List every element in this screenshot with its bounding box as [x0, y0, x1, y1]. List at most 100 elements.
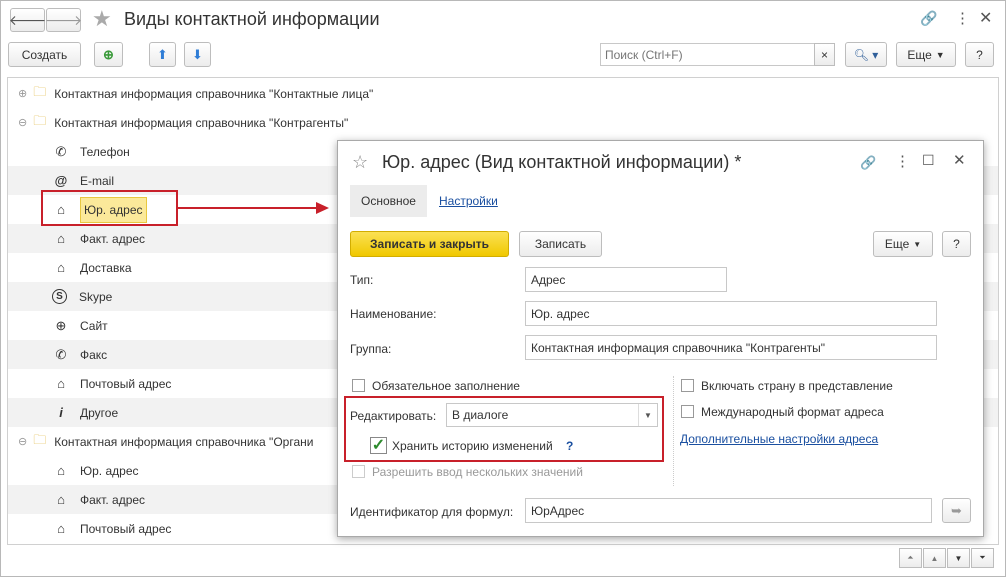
name-field[interactable]: Юр. адрес [525, 301, 937, 326]
refresh-arrow-icon: ➥ [951, 502, 962, 518]
arrow-down-icon: ⬇ [192, 46, 203, 62]
info-icon: i [59, 405, 63, 420]
page-title: Виды контактной информации [124, 9, 380, 29]
house-icon: ⌂ [57, 231, 65, 246]
scroll-up-button[interactable]: ▲ [923, 548, 946, 568]
group-field[interactable]: Контактная информация справочника "Контр… [525, 335, 937, 360]
tree-item-label: Skype [79, 289, 113, 304]
star-outline-icon[interactable]: ☆ [352, 152, 368, 173]
scroll-first-button[interactable]: ⏶ [899, 548, 922, 568]
search-clear-button[interactable]: × [814, 43, 835, 66]
annotation-highlight-box [41, 190, 178, 226]
link-icon[interactable]: 🔗 [920, 10, 937, 27]
tree-item-row[interactable]: ⌂ Факт. адрес [8, 485, 338, 514]
arrow-left-icon: 🡐 [8, 11, 47, 28]
add-folder-icon: ⊕ [103, 46, 114, 62]
name-label: Наименование: [350, 307, 437, 321]
tab-settings[interactable]: Настройки [439, 194, 498, 208]
tree-item-label: Факс [80, 347, 108, 362]
regenerate-id-button[interactable]: ➥ [942, 498, 971, 523]
arrow-up-icon: ⬆ [157, 46, 168, 62]
chevron-down-icon: ▼ [913, 239, 922, 249]
column-divider [673, 376, 674, 486]
save-and-close-button[interactable]: Записать и закрыть [350, 231, 509, 257]
extra-address-settings-link[interactable]: Дополнительные настройки адреса [680, 432, 878, 446]
annotation-arrow [178, 202, 329, 214]
mandatory-label: Обязательное заполнение [372, 379, 520, 393]
forward-button[interactable]: 🡒 [44, 8, 83, 32]
house-icon: ⌂ [57, 463, 65, 478]
arrow-right-icon: 🡒 [44, 11, 83, 28]
help-button[interactable]: ? [965, 42, 994, 67]
chevron-down-icon: ▼ [935, 49, 945, 60]
tree-item-label: Телефон [80, 144, 130, 159]
tree-item-label: Факт. адрес [80, 231, 146, 246]
expand-icon[interactable]: ⊕ [18, 87, 27, 100]
search-options-button[interactable]: 🔍︎ ▾ [845, 42, 887, 67]
more-label: Еще [884, 237, 910, 251]
tree-item-label: E-mail [80, 173, 115, 188]
close-icon[interactable]: ✕ [979, 8, 992, 28]
formula-id-label: Идентификатор для формул: [350, 505, 514, 519]
tab-main[interactable]: Основное [350, 185, 427, 217]
house-icon: ⌂ [57, 521, 65, 536]
folder-icon: 🗀 [33, 431, 47, 447]
search-input[interactable] [600, 43, 815, 66]
kebab-menu-icon[interactable]: ⋮ [955, 9, 970, 27]
tree-item-row[interactable]: ⌂ Почтовый адрес [8, 514, 338, 543]
folder-icon: 🗀 [33, 83, 47, 99]
create-group-button[interactable]: ⊕ [94, 42, 123, 67]
link-icon[interactable]: 🔗 [860, 155, 876, 171]
more-button[interactable]: Еще ▼ [896, 42, 956, 67]
maximize-icon[interactable]: ☐ [922, 152, 935, 169]
tree-item-label: Другое [80, 405, 119, 420]
phone-icon: ✆ [55, 143, 67, 159]
at-icon: @ [54, 173, 68, 188]
magnifier-icon: 🔍︎ ▾ [853, 47, 879, 62]
scroll-last-button[interactable]: ⏷ [971, 548, 994, 568]
tree-item-label: Факт. адрес [80, 492, 146, 507]
tree-item-label: Почтовый адрес [80, 376, 172, 391]
kebab-menu-icon[interactable]: ⋮ [895, 152, 910, 170]
first-icon: ⏶ [907, 553, 914, 562]
tree-group-row[interactable]: ⊕ 🗀 Контактная информация справочника "К… [8, 79, 998, 108]
move-down-button[interactable]: ⬇ [184, 42, 211, 67]
skype-icon: S [52, 289, 67, 304]
back-button[interactable]: 🡐 [8, 8, 47, 32]
tree-group-row[interactable]: ⊖ 🗀 Контактная информация справочника "К… [8, 108, 998, 137]
multi-value-label: Разрешить ввод нескольких значений [372, 465, 583, 479]
house-icon: ⌂ [57, 492, 65, 507]
mandatory-checkbox[interactable] [352, 379, 365, 392]
fax-icon: ✆ [55, 346, 67, 362]
tree-item-label: Почтовый адрес [80, 521, 172, 536]
collapse-icon[interactable]: ⊖ [18, 435, 27, 448]
tree-group-label: Контактная информация справочника "Орган… [54, 434, 314, 449]
house-icon: ⌂ [57, 376, 65, 391]
tree-item-row[interactable]: ⌂ Юр. адрес [8, 456, 338, 485]
collapse-icon[interactable]: ⊖ [18, 116, 27, 129]
folder-icon: 🗀 [33, 112, 47, 128]
move-up-button[interactable]: ⬆ [149, 42, 176, 67]
up-icon: ▲ [930, 553, 939, 563]
annotation-highlight-box [344, 396, 664, 462]
down-icon: ▼ [954, 553, 963, 563]
create-button[interactable]: Создать [8, 42, 81, 67]
include-country-checkbox[interactable] [681, 379, 694, 392]
close-icon[interactable]: ✕ [953, 151, 966, 169]
type-label: Тип: [350, 273, 374, 287]
save-button[interactable]: Записать [519, 231, 602, 257]
dialog-more-button[interactable]: Еще ▼ [873, 231, 933, 257]
dialog-help-button[interactable]: ? [942, 231, 971, 257]
multi-value-checkbox[interactable] [352, 465, 365, 478]
formula-id-field[interactable]: ЮрАдрес [525, 498, 932, 523]
house-icon: ⌂ [57, 260, 65, 275]
group-label: Группа: [350, 342, 392, 356]
scroll-down-button[interactable]: ▼ [947, 548, 970, 568]
tree-group-row[interactable]: ⊖ 🗀 Контактная информация справочника "О… [8, 427, 338, 456]
dialog-title: Юр. адрес (Вид контактной информации) * [382, 152, 742, 172]
globe-icon: ⊕ [55, 317, 67, 333]
intl-format-checkbox[interactable] [681, 405, 694, 418]
star-icon[interactable]: ★ [92, 6, 112, 32]
type-field[interactable]: Адрес [525, 267, 727, 292]
tree-group-label: Контактная информация справочника "Конта… [54, 86, 374, 101]
